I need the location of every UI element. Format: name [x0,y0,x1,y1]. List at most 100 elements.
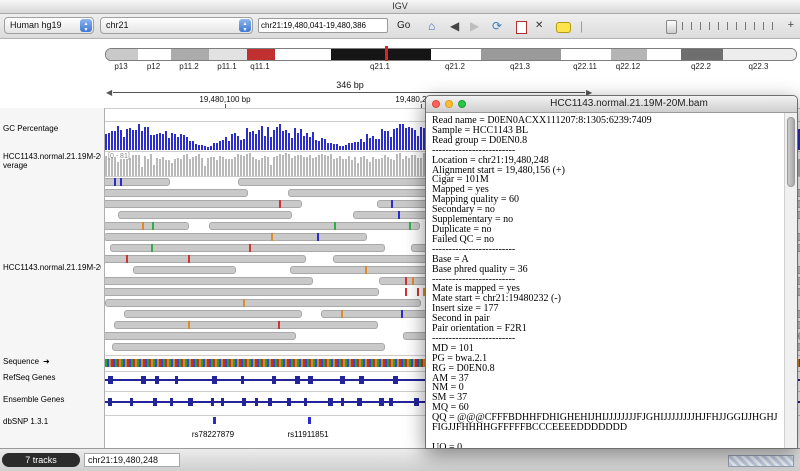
gc-bar [168,138,170,150]
aligned-read[interactable] [124,310,302,318]
aligned-read[interactable] [209,222,420,230]
back-icon[interactable]: ◀ [450,18,459,34]
genome-select[interactable]: Human hg19 ▲▼ [4,17,94,34]
zoom-slider[interactable]: + [666,19,794,33]
coverage-range-label: [0 - 81] [108,153,130,160]
track-label[interactable]: Sequence➜ [3,357,101,366]
gc-bar [174,134,176,150]
zoom-thumb[interactable] [666,20,677,34]
popup-title: HCC1143.normal.21.19M-20M.bam [471,96,787,112]
zoom-tick[interactable] [718,22,719,30]
zoom-tick[interactable] [772,22,773,30]
mismatch-tick [391,200,393,208]
refresh-icon[interactable]: ⟳ [492,18,502,34]
track-label[interactable]: verage [3,161,101,170]
gc-bar [309,137,311,150]
define-region-icon[interactable] [516,21,527,34]
aligned-read[interactable] [105,299,421,307]
zoom-tick[interactable] [727,22,728,30]
track-label[interactable]: dbSNP 1.3.1 [3,417,101,426]
coverage-bar [171,163,173,176]
aligned-read[interactable] [112,343,385,351]
coverage-bar [384,155,386,176]
aligned-read[interactable] [133,266,236,274]
chromosome-select[interactable]: chr21 ▲▼ [100,17,253,34]
locus-input[interactable] [258,18,388,33]
chromosome-band [481,49,561,60]
dbsnp-variant-tick[interactable] [213,417,216,424]
coverage-bar [369,162,371,176]
gene-exon [153,398,157,406]
aligned-read[interactable] [105,200,302,208]
zoom-tick[interactable] [691,22,692,30]
chromosome-ideogram[interactable]: p13p12p11.2p11.1q11.1q21.1q21.2q21.3q22.… [0,39,800,78]
aligned-read[interactable] [105,288,379,296]
aligned-read[interactable] [105,233,367,241]
coverage-bar [288,154,290,176]
gc-bar [204,146,206,150]
zoom-tick[interactable] [736,22,737,30]
gene-exon [211,398,214,406]
mismatch-tick [334,222,336,230]
gene-exon [393,376,398,384]
gc-bar [261,126,263,150]
zoom-tick[interactable] [763,22,764,30]
minimize-icon[interactable] [445,100,453,108]
aligned-read[interactable] [118,211,292,219]
coverage-bar [210,157,212,176]
zoom-tick[interactable] [745,22,746,30]
aligned-read[interactable] [105,189,248,197]
aligned-read[interactable] [105,277,313,285]
gc-bar [285,130,287,150]
track-label[interactable]: RefSeq Genes [3,373,101,382]
track-label[interactable]: GC Percentage [3,124,101,133]
gc-bar [321,138,323,150]
gc-bar [207,147,209,150]
track-label[interactable]: Ensemble Genes [3,395,101,404]
popup-behavior-icon[interactable] [556,22,571,33]
chromosome-band [431,49,481,60]
gene-exon [241,376,244,384]
coverage-bar [336,158,338,176]
coverage-bar [237,154,239,176]
zoom-tick[interactable] [700,22,701,30]
window-titlebar[interactable]: IGV [0,0,800,14]
chromosome-bar[interactable] [105,48,797,61]
resize-tracks-icon[interactable]: ✕ [535,18,543,34]
scrollbar-thumb[interactable] [787,117,795,187]
aligned-read[interactable] [105,255,306,263]
forward-icon[interactable]: ▶ [470,18,479,34]
gene-exon [155,376,159,384]
zoom-in-icon[interactable]: + [788,19,794,31]
coverage-bar [201,158,203,177]
zoom-tick[interactable] [682,22,683,30]
ideogram-band-label: p13 [114,62,127,71]
maximize-icon[interactable] [458,100,466,108]
coverage-bar [219,156,221,176]
genome-select-value: Human hg19 [10,20,62,30]
coverage-bar [381,158,383,176]
read-detail-line [432,433,781,443]
gc-bar [153,135,155,150]
home-icon[interactable]: ⌂ [428,18,435,34]
zoom-tick[interactable] [709,22,710,30]
coverage-bar [297,155,299,176]
gc-bar [342,146,344,150]
mismatch-tick [417,288,419,296]
gc-bar [387,131,389,150]
zoom-tick[interactable] [754,22,755,30]
popup-scrollbar[interactable] [784,113,797,448]
aligned-read[interactable] [105,332,296,340]
sequence-strand-arrow-icon[interactable]: ➜ [43,357,50,366]
gc-bar [405,128,407,150]
close-icon[interactable] [432,100,440,108]
track-label[interactable]: HCC1143.normal.21.19M-20M.ba [3,263,101,272]
aligned-read[interactable] [105,222,189,230]
go-button[interactable]: Go [397,20,410,31]
gc-bar [378,139,380,150]
popup-titlebar[interactable]: HCC1143.normal.21.19M-20M.bam [426,96,797,113]
aligned-read[interactable] [114,321,378,329]
dbsnp-variant-tick[interactable] [308,417,311,424]
track-label[interactable]: HCC1143.normal.21.19M-20M.ba [3,152,101,161]
mismatch-tick [398,211,400,219]
